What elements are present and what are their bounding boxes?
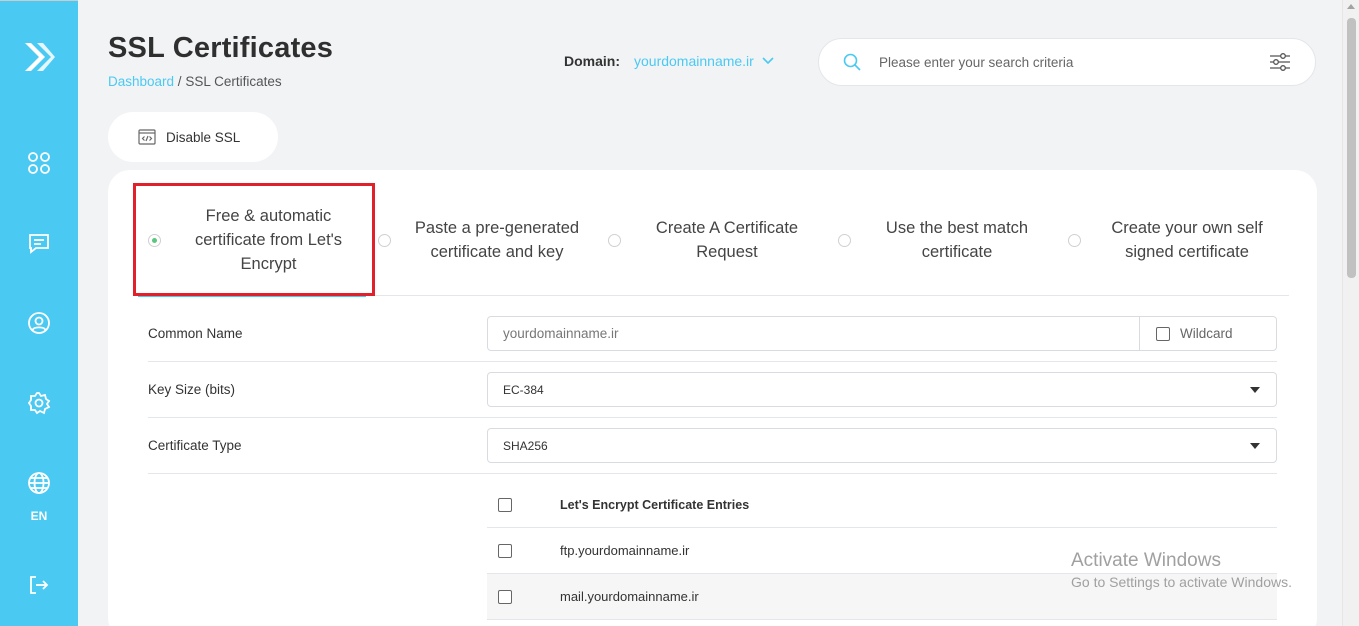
search-icon[interactable]: [843, 53, 861, 71]
key-size-value: EC-384: [503, 382, 544, 397]
search-input[interactable]: Please enter your search criteria: [879, 55, 1269, 70]
sidebar-item-messages[interactable]: [0, 231, 78, 255]
logout-icon: [30, 576, 49, 594]
common-name-field[interactable]: yourdomainname.ir Wildcard: [487, 316, 1277, 351]
tab-label: Create A Certificate Request: [655, 219, 799, 261]
entries-header-row: Let's Encrypt Certificate Entries: [487, 482, 1277, 528]
key-size-label: Key Size (bits): [148, 382, 236, 397]
scrollbar-thumb[interactable]: [1347, 18, 1356, 278]
domain-label: Domain:: [564, 53, 620, 69]
wildcard-label: Wildcard: [1180, 326, 1233, 341]
watermark-subtitle: Go to Settings to activate Windows.: [1071, 574, 1292, 590]
tab-radio-best-match[interactable]: [838, 233, 851, 247]
message-icon: [29, 234, 49, 254]
sidebar-item-profile[interactable]: [0, 311, 78, 335]
tab-self-signed[interactable]: Create your own self signed certificate: [1068, 184, 1288, 296]
page-scrollbar[interactable]: [1342, 0, 1359, 626]
tab-best-match[interactable]: Use the best match certificate: [838, 184, 1058, 296]
tab-label: Create your own self signed certificate: [1111, 219, 1263, 261]
breadcrumb-dashboard-link[interactable]: Dashboard: [108, 74, 174, 89]
page-title: SSL Certificates: [108, 32, 334, 64]
code-window-icon: [138, 129, 156, 145]
form-row-common-name: Common Name yourdomainname.ir Wildcard: [148, 306, 1277, 362]
tab-label: Paste a pre-generated certificate and ke…: [414, 219, 580, 261]
certificate-type-value: SHA256: [503, 438, 548, 453]
language-label: EN: [30, 509, 48, 523]
disable-ssl-label: Disable SSL: [166, 129, 241, 145]
tab-radio-paste[interactable]: [378, 233, 391, 247]
entry-domain: ftp.yourdomainname.ir: [560, 543, 690, 558]
tab-paste-certificate[interactable]: Paste a pre-generated certificate and ke…: [378, 184, 598, 296]
common-name-label: Common Name: [148, 326, 243, 341]
scroll-up-arrow-icon[interactable]: [1347, 4, 1355, 9]
row-checkbox[interactable]: [498, 589, 512, 604]
logo-icon: [25, 43, 55, 71]
domain-value[interactable]: yourdomainname.ir: [634, 53, 754, 69]
tab-label: Free & automatic certificate from Let's …: [194, 207, 343, 273]
wildcard-checkbox[interactable]: [1156, 326, 1170, 341]
entry-domain: mail.yourdomainname.ir: [560, 589, 699, 604]
entries-header: Let's Encrypt Certificate Entries: [560, 497, 750, 512]
dropdown-caret-icon[interactable]: [1250, 386, 1260, 393]
key-size-select[interactable]: EC-384: [487, 372, 1277, 407]
common-name-input[interactable]: yourdomainname.ir: [503, 326, 1139, 341]
tab-radio-lets-encrypt[interactable]: [148, 233, 161, 247]
tab-label: Use the best match certificate: [885, 219, 1029, 261]
breadcrumb-separator: /: [174, 74, 186, 89]
sidebar-item-settings[interactable]: [0, 391, 78, 415]
logo[interactable]: [0, 37, 78, 77]
filter-settings-icon[interactable]: [1269, 52, 1291, 72]
user-icon: [28, 312, 50, 334]
certificate-source-tabs: Free & automatic certificate from Let's …: [136, 184, 1289, 296]
tab-radio-request[interactable]: [608, 233, 621, 247]
sidebar: EN: [0, 0, 78, 626]
settings-icon: [27, 392, 51, 415]
watermark-title: Activate Windows: [1071, 550, 1221, 571]
sidebar-item-apps[interactable]: [0, 151, 78, 175]
tab-radio-self-signed[interactable]: [1068, 233, 1081, 247]
sidebar-item-logout[interactable]: [0, 573, 78, 597]
certificate-type-label: Certificate Type: [148, 438, 242, 453]
form-row-key-size: Key Size (bits) EC-384: [148, 362, 1277, 418]
globe-icon: [28, 472, 50, 494]
breadcrumb-current: SSL Certificates: [185, 74, 282, 89]
chevron-down-icon[interactable]: [762, 57, 774, 65]
windows-activation-watermark: Activate Windows Go to Settings to activ…: [1071, 550, 1292, 590]
apps-grid-icon: [28, 152, 50, 174]
domain-selector[interactable]: Domain: yourdomainname.ir: [564, 53, 774, 69]
active-tab-underline: [138, 294, 366, 297]
dropdown-caret-icon[interactable]: [1250, 442, 1260, 449]
tab-lets-encrypt[interactable]: Free & automatic certificate from Let's …: [148, 184, 368, 296]
disable-ssl-button[interactable]: Disable SSL: [108, 112, 278, 162]
certificate-type-select[interactable]: SHA256: [487, 428, 1277, 463]
select-all-checkbox[interactable]: [498, 497, 512, 512]
wildcard-option[interactable]: Wildcard: [1139, 316, 1276, 351]
form-row-certificate-type: Certificate Type SHA256: [148, 418, 1277, 474]
breadcrumb: Dashboard / SSL Certificates: [108, 74, 282, 89]
tab-certificate-request[interactable]: Create A Certificate Request: [608, 184, 828, 296]
sidebar-item-language[interactable]: EN: [0, 471, 78, 523]
search-bar[interactable]: Please enter your search criteria: [818, 38, 1316, 86]
row-checkbox[interactable]: [498, 543, 512, 558]
